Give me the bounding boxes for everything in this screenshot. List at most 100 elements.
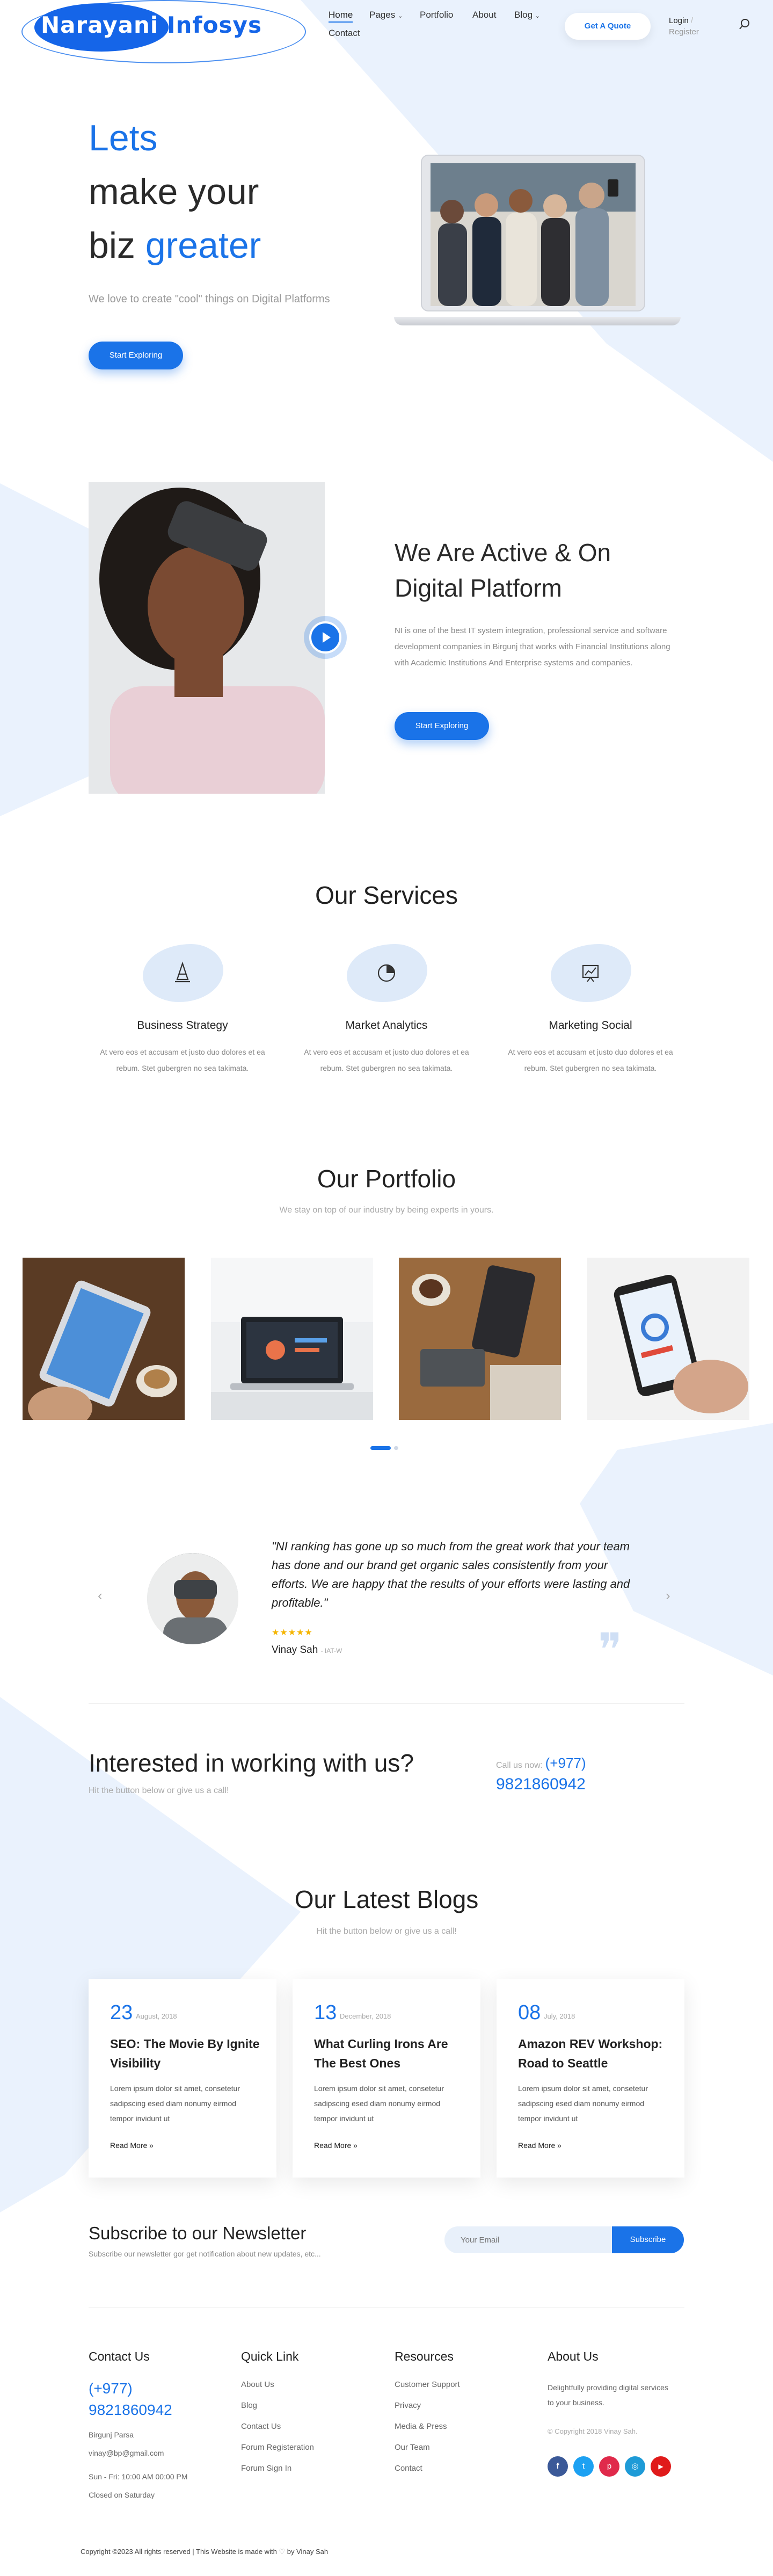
blog-title: What Curling Irons Are The Best Ones xyxy=(314,2037,448,2070)
footer-link-contact[interactable]: Contact Us xyxy=(241,2422,281,2431)
services-title: Our Services xyxy=(315,881,458,909)
get-quote-button[interactable]: Get A Quote xyxy=(565,13,651,40)
footer-contact-title: Contact Us xyxy=(89,2349,150,2363)
next-arrow-icon[interactable]: › xyxy=(666,1587,670,1604)
read-more-link[interactable]: Read More » xyxy=(110,2141,154,2150)
footer-phone-link[interactable]: 9821860942 xyxy=(89,2401,172,2419)
search-icon[interactable] xyxy=(739,18,750,30)
footer-hours: Sun - Fri: 10:00 AM 00:00 PM xyxy=(89,2472,188,2481)
play-video-button[interactable] xyxy=(309,621,341,654)
read-more-link[interactable]: Read More » xyxy=(518,2141,561,2150)
blogs-subtitle: Hit the button below or give us a call! xyxy=(316,1927,457,1936)
call-prefix: (+977) xyxy=(545,1755,586,1771)
portfolio-item-phone[interactable] xyxy=(587,1258,749,1420)
blog-day: 13 xyxy=(314,2001,337,2024)
register-link[interactable]: Register xyxy=(669,27,699,37)
pie-chart-icon xyxy=(377,964,396,982)
heart-icon: ♡ xyxy=(279,2548,286,2556)
twitter-icon[interactable]: t xyxy=(573,2456,594,2477)
portfolio-item-tablet[interactable] xyxy=(23,1258,185,1420)
service-title-2: Market Analytics xyxy=(345,1019,428,1032)
hero-line-2: make your xyxy=(89,171,259,212)
blog-day: 08 xyxy=(518,2001,541,2024)
footer-about-text: Delightfully providing digital services … xyxy=(548,2383,668,2407)
portfolio-item-desk[interactable] xyxy=(399,1258,561,1420)
carousel-dot[interactable] xyxy=(394,1446,398,1450)
footer-link-blog[interactable]: Blog xyxy=(241,2401,257,2410)
newsletter-title: Subscribe to our Newsletter xyxy=(89,2223,307,2243)
about-start-exploring-button[interactable]: Start Exploring xyxy=(395,712,489,740)
laptop-base xyxy=(394,317,681,325)
about-title-line-1: We Are Active & On xyxy=(395,539,611,567)
footer-link-team[interactable]: Our Team xyxy=(395,2443,430,2452)
footer-link-support[interactable]: Customer Support xyxy=(395,2380,460,2389)
play-icon xyxy=(323,632,331,643)
footer-email-link[interactable]: vinay@bp@gmail.com xyxy=(89,2449,164,2457)
logo-word-2: Infosys xyxy=(166,12,262,38)
nav-about[interactable]: About xyxy=(472,10,496,20)
blog-excerpt: Lorem ipsum dolor sit amet, consetetur s… xyxy=(110,2084,240,2123)
prev-arrow-icon[interactable]: ‹ xyxy=(98,1587,103,1604)
nav-pages-label: Pages xyxy=(369,10,396,20)
nav-blog[interactable]: Blog ⌄ xyxy=(514,10,540,20)
footer-quick-title: Quick Link xyxy=(241,2349,299,2363)
rating-stars: ★★★★★ xyxy=(272,1628,313,1637)
pinterest-icon[interactable]: p xyxy=(599,2456,619,2477)
footer-link-forum-registration[interactable]: Forum Registeration xyxy=(241,2443,314,2452)
nav-pages[interactable]: Pages ⌄ xyxy=(369,10,403,20)
chevron-down-icon: ⌄ xyxy=(397,13,403,19)
service-text-2: At vero eos et accusam et justo duo dolo… xyxy=(304,1048,469,1072)
instagram-icon[interactable]: ◎ xyxy=(625,2456,645,2477)
strategy-pyramid-icon xyxy=(175,961,190,983)
blog-card-2[interactable]: 13 December, 2018 What Curling Irons Are… xyxy=(293,1979,480,2178)
footer-copyright: © Copyright 2018 Vinay Sah. xyxy=(548,2427,638,2435)
nav-blog-label: Blog xyxy=(514,10,533,20)
subscribe-button[interactable]: Subscribe xyxy=(612,2226,684,2253)
hero-line-1: Lets xyxy=(89,118,158,158)
portfolio-item-laptop[interactable] xyxy=(211,1258,373,1420)
service-title-1: Business Strategy xyxy=(137,1019,228,1032)
footer-resources-title: Resources xyxy=(395,2349,454,2363)
service-text-1: At vero eos et accusam et justo duo dolo… xyxy=(100,1048,265,1072)
presentation-chart-icon xyxy=(582,964,599,982)
hero-subtitle: We love to create "cool" things on Digit… xyxy=(89,293,330,305)
testimonial-avatar xyxy=(147,1553,238,1644)
hero-start-exploring-button[interactable]: Start Exploring xyxy=(89,342,183,369)
facebook-icon[interactable]: f xyxy=(548,2456,568,2477)
call-label-text: Call us now: xyxy=(496,1761,543,1770)
newsletter-subtitle: Subscribe our newsletter gor get notific… xyxy=(89,2250,321,2258)
footer-bottom-by: by Vinay Sah xyxy=(287,2548,329,2556)
footer-link-media[interactable]: Media & Press xyxy=(395,2422,447,2431)
testimonial-role: - IAT-W xyxy=(320,1647,342,1655)
nav-contact[interactable]: Contact xyxy=(329,28,360,39)
footer-link-contact-2[interactable]: Contact xyxy=(395,2464,422,2473)
hero-line-3-plain: biz xyxy=(89,225,135,266)
footer-address: Birgunj Parsa xyxy=(89,2430,134,2439)
blog-day: 23 xyxy=(110,2001,133,2024)
blog-excerpt: Lorem ipsum dolor sit amet, consetetur s… xyxy=(518,2084,648,2123)
logo-word-1: Narayani xyxy=(41,12,159,38)
login-link[interactable]: Login / xyxy=(669,16,693,25)
youtube-icon[interactable]: ▶ xyxy=(651,2456,671,2477)
blogs-title: Our Latest Blogs xyxy=(294,1885,479,1913)
blog-title: Amazon REV Workshop: Road to Seattle xyxy=(518,2037,663,2070)
call-number-link[interactable]: 9821860942 xyxy=(496,1775,586,1794)
footer-closed: Closed on Saturday xyxy=(89,2491,155,2499)
nav-portfolio[interactable]: Portfolio xyxy=(420,10,453,20)
newsletter-email-input[interactable] xyxy=(444,2226,616,2253)
testimonial-name: Vinay Sah xyxy=(272,1644,318,1656)
section-divider xyxy=(89,1703,684,1704)
read-more-link[interactable]: Read More » xyxy=(314,2141,358,2150)
carousel-dot-active[interactable] xyxy=(370,1446,391,1450)
blog-month: August, 2018 xyxy=(136,2012,177,2020)
cta-title: Interested in working with us? xyxy=(89,1749,414,1777)
blog-card-3[interactable]: 08 July, 2018 Amazon REV Workshop: Road … xyxy=(497,1979,684,2178)
logo-text: Narayani Infosys xyxy=(41,12,262,38)
nav-home[interactable]: Home xyxy=(329,10,353,23)
footer-link-about[interactable]: About Us xyxy=(241,2380,274,2389)
testimonial-author: Vinay Sah - IAT-W xyxy=(272,1644,342,1656)
service-text-3: At vero eos et accusam et justo duo dolo… xyxy=(508,1048,673,1072)
footer-link-forum-sign-in[interactable]: Forum Sign In xyxy=(241,2464,291,2473)
footer-link-privacy[interactable]: Privacy xyxy=(395,2401,421,2410)
blog-card-1[interactable]: 23 August, 2018 SEO: The Movie By Ignite… xyxy=(89,1979,276,2178)
